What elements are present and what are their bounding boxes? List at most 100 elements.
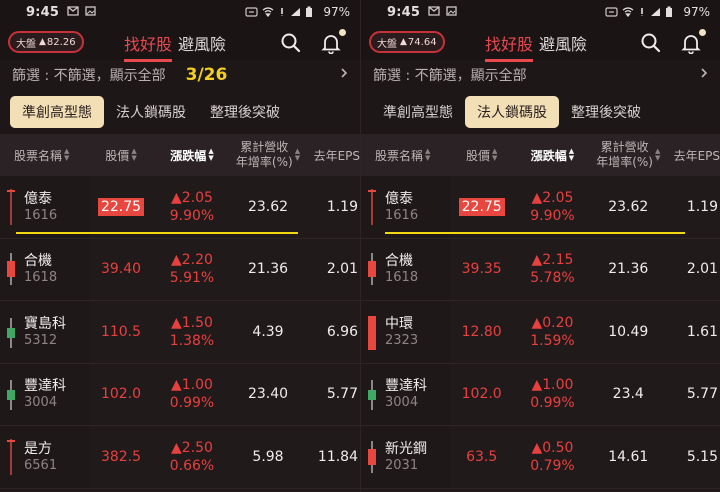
stock-name-cell: 寶島科 5312 xyxy=(0,301,90,363)
stock-price: 63.5 xyxy=(466,448,498,465)
percent-change: 0.66% xyxy=(169,457,215,474)
price-cell: 22.75 xyxy=(90,197,152,216)
price-cell: 22.75 xyxy=(451,197,513,216)
eps-value: 5.77 xyxy=(326,386,358,403)
table-row[interactable]: 豐達科 3004 102.0 ▲1.00 0.99% 23.4 5.77 xyxy=(361,363,720,426)
status-time: 9:45 xyxy=(26,4,60,20)
stock-list: 億泰 1616 22.75 ▲2.05 9.90% 23.62 1.19 合機 … xyxy=(361,176,720,489)
header-eps[interactable]: 去年EPS xyxy=(304,147,360,164)
image-icon xyxy=(445,5,457,16)
search-icon[interactable] xyxy=(280,32,302,54)
table-row[interactable]: 合機 1618 39.40 ▲2.20 5.91% 21.36 2.01 xyxy=(0,238,360,301)
wifi-icon xyxy=(262,7,274,17)
status-time: 9:45 xyxy=(387,4,421,20)
alarm-icon xyxy=(281,8,284,16)
tab-avoid-risk[interactable]: 避風險 xyxy=(178,31,226,62)
header-price[interactable]: 股價 ▲ ▼ xyxy=(90,147,152,164)
stock-name-cell: 億泰 1616 xyxy=(361,176,451,238)
stock-name-cell: 豐達科 3004 xyxy=(361,363,451,425)
table-row[interactable]: 合機 1618 39.35 ▲2.15 5.78% 21.36 2.01 xyxy=(361,238,720,301)
strategy-tab-2[interactable]: 整理後突破 xyxy=(559,96,653,128)
price-cell: 39.40 xyxy=(90,261,152,277)
price-change: ▲1.00 xyxy=(531,377,574,394)
table-row[interactable]: 億泰 1616 22.75 ▲2.05 9.90% 23.62 1.19 xyxy=(361,176,720,239)
strategy-tab-1[interactable]: 法人鎖碼股 xyxy=(104,96,198,128)
stock-price: 39.35 xyxy=(461,261,502,278)
market-index-badge[interactable]: 大盤 ▲ 74.64 xyxy=(369,31,445,53)
stock-price: 102.0 xyxy=(100,386,142,403)
market-index-badge[interactable]: 大盤 ▲ 82.26 xyxy=(8,31,84,53)
stock-name: 中環 xyxy=(385,315,413,332)
price-cell: 382.5 xyxy=(90,449,152,465)
stock-name-cell: 豐達科 3004 xyxy=(0,363,90,425)
screenshot-root: 9:45 97% 大盤 ▲ 82.26 找好股 避風險 篩選: 不篩選，顯示全… xyxy=(0,0,720,492)
stock-name: 豐達科 xyxy=(385,378,427,395)
header-eps[interactable]: 去年EPS xyxy=(664,147,720,164)
market-label: 大盤 xyxy=(377,38,397,50)
eps-value: 5.15 xyxy=(686,448,718,465)
price-change: ▲2.20 xyxy=(171,252,213,269)
stock-name: 億泰 xyxy=(385,190,413,207)
stock-name-cell: 合機 1618 xyxy=(361,238,451,300)
tab-find-good-stocks[interactable]: 找好股 xyxy=(485,31,534,62)
price-change: ▲2.05 xyxy=(171,189,213,206)
eps-value: 1.19 xyxy=(686,198,718,215)
top-bar: 大盤 ▲ 82.26 找好股 避風險 xyxy=(0,24,360,62)
revenue-growth: 23.4 xyxy=(612,386,644,403)
revenue-growth: 14.61 xyxy=(608,448,649,465)
stock-code: 3004 xyxy=(24,395,58,411)
candlestick-icon xyxy=(367,437,377,477)
header-price[interactable]: 股價 ▲ ▼ xyxy=(451,147,513,164)
stock-name-cell: 億泰 1616 xyxy=(0,176,90,238)
change-cell: ▲2.50 0.66% xyxy=(152,439,232,475)
filter-bar[interactable]: 篩選 : 不篩選，顯示全部 xyxy=(361,60,720,90)
strategy-tab-0[interactable]: 準創高型態 xyxy=(10,96,104,128)
header-stock-name[interactable]: 股票名稱 ▲ ▼ xyxy=(361,147,451,164)
header-change[interactable]: 漲跌幅 ▲ ▼ xyxy=(513,147,593,164)
bell-icon[interactable] xyxy=(320,29,346,55)
candlestick-icon xyxy=(367,374,377,414)
stock-code: 6561 xyxy=(24,457,58,473)
up-arrow-icon: ▲ xyxy=(39,37,46,47)
percent-change: 5.78% xyxy=(530,270,575,287)
filter-text: 篩選 : 不篩選，顯示全部 xyxy=(373,68,527,84)
status-bar: 9:45 97% xyxy=(0,0,360,24)
table-row[interactable]: 中環 2323 12.80 ▲0.20 1.59% 10.49 1.61 xyxy=(361,301,720,364)
chevron-right-icon xyxy=(340,67,348,83)
table-row[interactable]: 是方 6561 382.5 ▲2.50 0.66% 5.98 11.84 xyxy=(0,426,360,489)
price-change: ▲0.50 xyxy=(531,439,574,456)
table-row[interactable]: 億泰 1616 22.75 ▲2.05 9.90% 23.62 1.19 xyxy=(0,176,360,239)
mail-icon xyxy=(428,5,440,16)
revenue-growth: 23.62 xyxy=(608,198,649,215)
revenue-growth: 23.40 xyxy=(247,386,289,403)
stock-name: 合機 xyxy=(385,253,413,270)
change-cell: ▲2.15 5.78% xyxy=(513,251,593,287)
search-icon[interactable] xyxy=(640,32,662,54)
eps-value: 1.61 xyxy=(686,323,718,340)
eps-value: 11.84 xyxy=(317,448,358,465)
header-revenue-growth[interactable]: 累計營收 年增率(%) ▲ ▼ xyxy=(592,140,664,170)
strategy-tab-1[interactable]: 法人鎖碼股 xyxy=(465,96,559,128)
table-row[interactable]: 豐達科 3004 102.0 ▲1.00 0.99% 23.40 5.77 xyxy=(0,363,360,426)
eps-value: 2.01 xyxy=(326,261,358,278)
price-change: ▲2.15 xyxy=(531,252,574,269)
image-icon xyxy=(84,5,96,16)
filter-bar[interactable]: 篩選 : 不篩選，顯示全部 3/26 xyxy=(0,60,360,90)
strategy-tab-0[interactable]: 準創高型態 xyxy=(371,96,465,128)
mail-icon xyxy=(67,5,79,16)
signal-icon xyxy=(651,8,661,16)
strategy-tab-2[interactable]: 整理後突破 xyxy=(198,96,292,128)
header-revenue-growth[interactable]: 累計營收 年增率(%) ▲ ▼ xyxy=(232,140,304,170)
header-stock-name[interactable]: 股票名稱 ▲ ▼ xyxy=(0,147,90,164)
chevron-right-icon xyxy=(700,67,708,83)
stock-name-cell: 中環 2323 xyxy=(361,301,451,363)
candlestick-icon xyxy=(6,249,16,289)
header-change[interactable]: 漲跌幅 ▲ ▼ xyxy=(152,147,232,164)
table-row[interactable]: 新光鋼 2031 63.5 ▲0.50 0.79% 14.61 5.15 xyxy=(361,426,720,489)
tab-avoid-risk[interactable]: 避風險 xyxy=(539,31,587,62)
table-row[interactable]: 寶島科 5312 110.5 ▲1.50 1.38% 4.39 6.96 xyxy=(0,301,360,364)
stock-name: 寶島科 xyxy=(24,315,66,332)
tab-find-good-stocks[interactable]: 找好股 xyxy=(124,31,173,62)
bell-icon[interactable] xyxy=(680,29,706,55)
sort-icon: ▲ ▼ xyxy=(425,147,431,162)
